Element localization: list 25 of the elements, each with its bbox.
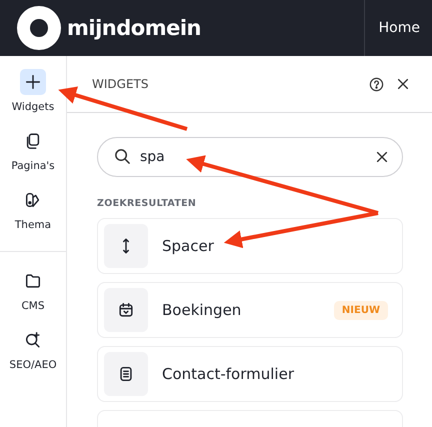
widget-card[interactable]: Spacer [97,218,403,274]
calendar-icon [117,301,135,319]
search-icon [114,148,131,165]
brand-name: mijndomein [67,16,201,40]
sidebar-item[interactable]: Widgets [0,69,66,113]
widget-card[interactable]: Contact-formulier [97,346,403,402]
clear-icon[interactable] [375,150,389,164]
new-badge: NIEUW [334,300,388,320]
search-sparkle-icon [24,331,42,349]
logo-icon [17,6,61,50]
plus-icon [24,73,42,91]
sidebar-item[interactable]: Pagina's [0,128,66,172]
panel-title: WIDGETS [92,77,148,91]
help-icon[interactable] [369,76,384,92]
home-button[interactable]: Home [364,0,432,56]
section-label: ZOEKRESULTATEN [97,198,198,209]
sidebar-item[interactable]: Thema [0,187,66,231]
search-field[interactable]: spa [97,137,403,177]
sidebar-item[interactable]: CMS [0,268,66,312]
pages-icon [24,132,42,150]
folder-icon [24,272,42,290]
sidebar-item[interactable]: SEO/AEO [0,327,66,371]
close-icon[interactable] [396,77,410,91]
palette-icon [24,191,42,209]
widget-card[interactable]: Boekingen NIEUW [97,282,403,338]
